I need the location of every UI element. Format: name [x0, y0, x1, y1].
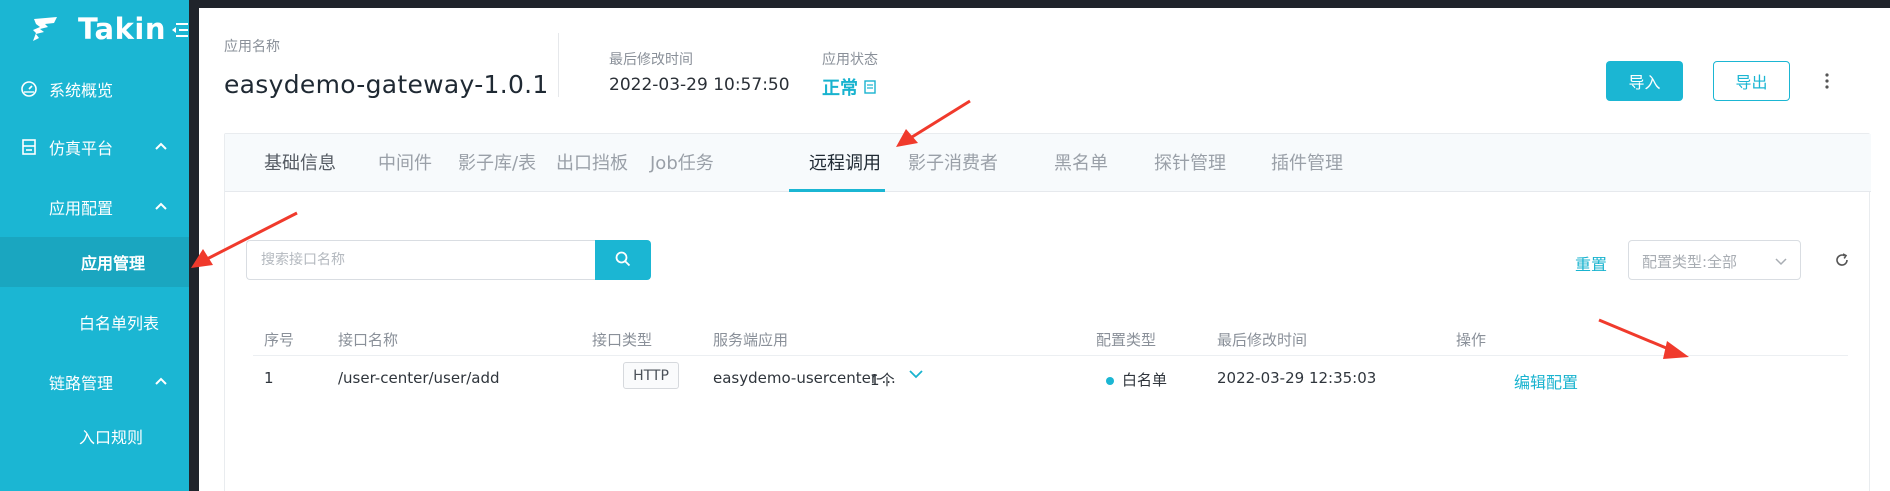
annotation-arrow-tab [896, 99, 971, 147]
col-header-actions: 操作 [1456, 331, 1487, 349]
brand[interactable]: Takin [30, 10, 166, 48]
config-type-select-value: 配置类型:全部 [1642, 253, 1738, 271]
brand-name: Takin [78, 12, 166, 46]
sidebar-item-overview[interactable]: 系统概览 [0, 64, 189, 114]
chevron-up-icon [155, 142, 167, 150]
document-icon[interactable] [864, 80, 876, 94]
status-text: 正常 [822, 78, 858, 99]
config-type-select[interactable]: 配置类型:全部 [1628, 240, 1801, 280]
sidebar-item-link-management[interactable]: 链路管理 [0, 357, 189, 407]
app-status-label: 应用状态 [822, 52, 878, 68]
tab-remote-call[interactable]: 远程调用 [809, 149, 881, 175]
content-card: 基础信息 中间件 影子库/表 出口挡板 Job任务 远程调用 影子消费者 黑名单… [224, 133, 1871, 491]
main-panel: 应用名称 easydemo-gateway-1.0.1 最后修改时间 2022-… [199, 8, 1890, 491]
col-header-api-type: 接口类型 [592, 331, 653, 349]
reset-link[interactable]: 重置 [1575, 251, 1607, 275]
tab-middleware[interactable]: 中间件 [378, 149, 432, 175]
col-header-index: 序号 [264, 331, 295, 349]
sidebar-item-app-config[interactable]: 应用配置 [0, 182, 189, 232]
header-divider [558, 33, 559, 97]
cell-api-name: /user-center/user/add [338, 369, 500, 387]
sidebar-item-label: 链路管理 [49, 374, 114, 393]
takin-logo-icon [33, 17, 57, 41]
edit-config-link[interactable]: 编辑配置 [1514, 369, 1578, 393]
annotation-arrow-sidebar [191, 211, 298, 268]
sidebar-item-label: 仿真平台 [49, 139, 114, 158]
api-type-badge: HTTP [623, 362, 679, 389]
chevron-up-icon [155, 202, 167, 210]
chevron-down-icon[interactable] [908, 366, 924, 382]
tab-exit-baffle[interactable]: 出口挡板 [556, 149, 628, 175]
sidebar-item-simulation-platform[interactable]: 仿真平台 [0, 122, 189, 172]
sidebar-item-entry-rules[interactable]: 入口规则 [0, 411, 189, 461]
tab-basic-info[interactable]: 基础信息 [264, 149, 336, 175]
chevron-up-icon [155, 377, 167, 385]
sidebar-item-label: 系统概览 [49, 81, 114, 100]
cell-config-type: 白名单 [1122, 371, 1168, 389]
status-dot [1106, 377, 1114, 385]
search-button[interactable] [595, 240, 651, 280]
sidebar-item-label: 入口规则 [79, 428, 144, 447]
tab-shadow-db[interactable]: 影子库/表 [458, 149, 536, 175]
app-name-label: 应用名称 [224, 39, 280, 55]
active-tab-indicator [789, 189, 885, 192]
col-header-server-app: 服务端应用 [713, 331, 789, 349]
cell-modified: 2022-03-29 12:35:03 [1217, 369, 1377, 387]
sidebar-item-label: 白名单列表 [79, 314, 160, 333]
tab-plugin-management[interactable]: 插件管理 [1271, 149, 1343, 175]
col-header-modified: 最后修改时间 [1217, 331, 1308, 349]
col-header-api-name: 接口名称 [338, 331, 399, 349]
cell-index: 1 [264, 369, 274, 387]
platform-icon [22, 139, 36, 155]
page-title: easydemo-gateway-1.0.1 [224, 70, 549, 99]
modified-time-label: 最后修改时间 [609, 52, 693, 68]
col-header-config-type: 配置类型 [1096, 331, 1157, 349]
sidebar-item-label: 应用管理 [81, 254, 146, 273]
app-status-value: 正常 [822, 74, 876, 100]
sidebar: Takin 系统概览 仿真平台 应用配置 应用管理 白名单列表 链路管理 入口规… [0, 0, 189, 491]
sidebar-item-whitelist[interactable]: 白名单列表 [0, 297, 189, 347]
tab-bar: 基础信息 中间件 影子库/表 出口挡板 Job任务 远程调用 影子消费者 黑名单… [225, 134, 1871, 192]
modified-time-value: 2022-03-29 10:57:50 [609, 75, 790, 95]
cell-server-count: 1个 [870, 371, 895, 389]
tab-probe-management[interactable]: 探针管理 [1154, 149, 1226, 175]
sidebar-item-label: 应用配置 [49, 199, 114, 218]
chevron-down-icon [1775, 258, 1787, 266]
sidebar-item-app-management[interactable]: 应用管理 [0, 237, 189, 287]
tab-blacklist[interactable]: 黑名单 [1054, 149, 1108, 175]
cell-server-app: easydemo-usercenter-... [713, 369, 896, 387]
annotation-arrow-action [1598, 318, 1689, 359]
export-button[interactable]: 导出 [1713, 61, 1790, 101]
import-button[interactable]: 导入 [1606, 61, 1683, 101]
menu-collapse-icon[interactable] [170, 20, 189, 40]
more-options-icon[interactable] [1823, 71, 1831, 91]
refresh-icon[interactable] [1834, 252, 1850, 268]
search-icon [615, 251, 631, 266]
dashboard-icon [21, 81, 37, 97]
tab-job-tasks[interactable]: Job任务 [650, 149, 714, 175]
